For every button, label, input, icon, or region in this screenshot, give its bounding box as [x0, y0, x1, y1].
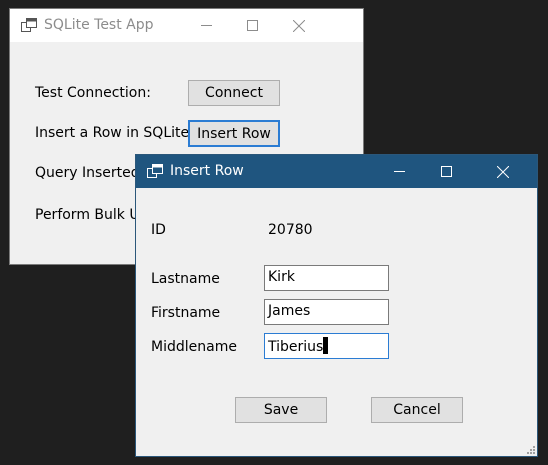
lastname-label: Lastname — [151, 271, 220, 287]
main-close-button[interactable] — [275, 9, 321, 42]
firstname-label: Firstname — [151, 305, 221, 321]
firstname-input-value: James — [268, 303, 311, 319]
maximize-icon — [441, 166, 452, 177]
main-window-title: SQLite Test App — [44, 17, 154, 33]
save-button[interactable]: Save — [235, 397, 327, 423]
lastname-input-value: Kirk — [268, 269, 295, 285]
middlename-input-value: Tiberius — [268, 339, 324, 355]
main-minimize-button[interactable] — [183, 9, 229, 42]
resize-grip-icon[interactable] — [527, 446, 535, 454]
app-window-icon — [147, 164, 163, 178]
test-connection-label: Test Connection: — [35, 85, 151, 101]
middlename-input[interactable]: Tiberius — [264, 333, 389, 359]
firstname-input[interactable]: James — [264, 299, 389, 325]
query-inserted-label: Query Inserted — [35, 165, 140, 181]
text-caret — [323, 337, 329, 354]
maximize-icon — [247, 20, 258, 31]
insert-row-label: Insert a Row in SQLite — [35, 125, 190, 141]
insert-dialog-title: Insert Row — [170, 163, 244, 179]
middlename-label: Middlename — [151, 339, 237, 355]
insert-close-button[interactable] — [479, 155, 525, 188]
app-window-icon — [21, 18, 37, 32]
insert-row-button[interactable]: Insert Row — [188, 120, 280, 147]
lastname-input[interactable]: Kirk — [264, 265, 389, 291]
insert-row-dialog: Insert Row ID 20780 Lastname Kirk Firstn… — [135, 154, 538, 457]
bulk-update-label: Perform Bulk U — [35, 207, 140, 223]
id-label: ID — [151, 222, 166, 238]
connect-button[interactable]: Connect — [188, 80, 280, 106]
insert-minimize-button[interactable] — [376, 155, 422, 188]
minimize-icon — [394, 171, 405, 172]
id-value: 20780 — [268, 222, 313, 238]
minimize-icon — [201, 25, 212, 26]
main-maximize-button[interactable] — [229, 9, 275, 42]
close-icon — [293, 20, 305, 32]
main-titlebar[interactable]: SQLite Test App — [10, 9, 363, 42]
cancel-button[interactable]: Cancel — [371, 397, 463, 423]
insert-maximize-button[interactable] — [423, 155, 469, 188]
insert-titlebar[interactable]: Insert Row — [136, 155, 537, 188]
close-icon — [497, 166, 509, 178]
